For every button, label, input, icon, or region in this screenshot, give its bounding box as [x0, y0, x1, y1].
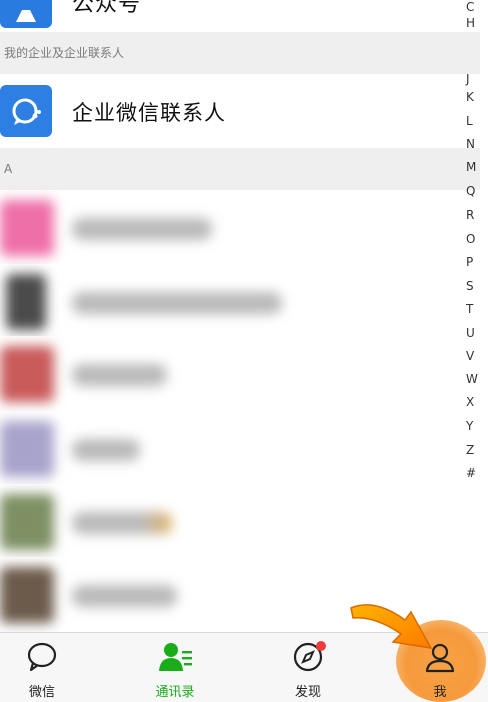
index-letter[interactable]: V — [466, 349, 474, 363]
contact-name — [72, 585, 177, 607]
index-letter[interactable]: T — [466, 302, 473, 316]
chat-bubble-icon — [27, 642, 57, 672]
tab-label: 发现 — [294, 685, 321, 700]
tab-label: 微信 — [28, 685, 55, 700]
contact-row[interactable] — [0, 411, 456, 488]
discover-badge — [316, 641, 326, 651]
official-accounts-icon — [0, 0, 52, 28]
tab-label: 通讯录 — [155, 685, 195, 700]
index-letter[interactable]: L — [466, 114, 473, 128]
index-letter[interactable]: O — [466, 232, 475, 246]
index-letter[interactable]: X — [466, 395, 474, 409]
index-letter[interactable]: Q — [466, 184, 475, 198]
avatar — [0, 494, 54, 550]
index-letter[interactable]: M — [466, 160, 476, 174]
contact-row[interactable] — [0, 264, 456, 341]
index-letter[interactable]: C — [466, 0, 474, 14]
contact-name — [72, 512, 172, 534]
index-letter[interactable]: # — [466, 466, 476, 480]
section-header-a: A — [0, 148, 480, 190]
avatar — [0, 567, 54, 623]
avatar — [6, 274, 46, 330]
wework-contacts-label: 企业微信联系人 — [72, 101, 226, 125]
index-letter[interactable]: Y — [466, 419, 473, 433]
index-letter[interactable]: S — [466, 279, 474, 293]
index-letter[interactable]: Z — [466, 443, 474, 457]
tab-contacts[interactable]: 通讯录 — [135, 633, 215, 702]
alphabet-index[interactable]: C H J K L N M Q R O P S T U V W X Y Z # — [458, 0, 488, 630]
index-letter[interactable]: P — [466, 255, 473, 269]
avatar — [0, 421, 54, 477]
contact-row[interactable] — [0, 336, 456, 413]
pointer-arrow-icon — [350, 604, 433, 649]
index-letter[interactable]: U — [466, 326, 475, 340]
index-letter[interactable]: N — [466, 137, 475, 151]
official-accounts-row[interactable]: 公众号 — [0, 0, 456, 32]
index-letter[interactable]: W — [466, 372, 478, 386]
contact-name — [72, 439, 140, 461]
index-letter[interactable]: H — [466, 16, 475, 30]
contact-name — [72, 364, 167, 386]
section-header-enterprise: 我的企业及企业联系人 — [0, 32, 480, 74]
contacts-icon — [159, 643, 192, 671]
official-accounts-label: 公众号 — [72, 0, 142, 17]
contact-name — [72, 218, 212, 240]
contact-row[interactable] — [0, 190, 456, 267]
avatar — [0, 200, 54, 256]
tab-discover[interactable]: 发现 — [268, 633, 348, 702]
avatar — [0, 346, 54, 402]
index-letter[interactable]: J — [466, 72, 470, 86]
index-letter[interactable]: R — [466, 208, 474, 222]
tab-chats[interactable]: 微信 — [2, 633, 82, 702]
wework-chat-icon — [0, 85, 52, 137]
wework-contacts-row[interactable]: 企业微信联系人 — [0, 74, 456, 148]
contact-name — [72, 292, 282, 314]
tab-label: 我 — [433, 685, 447, 700]
index-letter[interactable]: K — [466, 90, 474, 104]
contact-row[interactable] — [0, 484, 456, 561]
